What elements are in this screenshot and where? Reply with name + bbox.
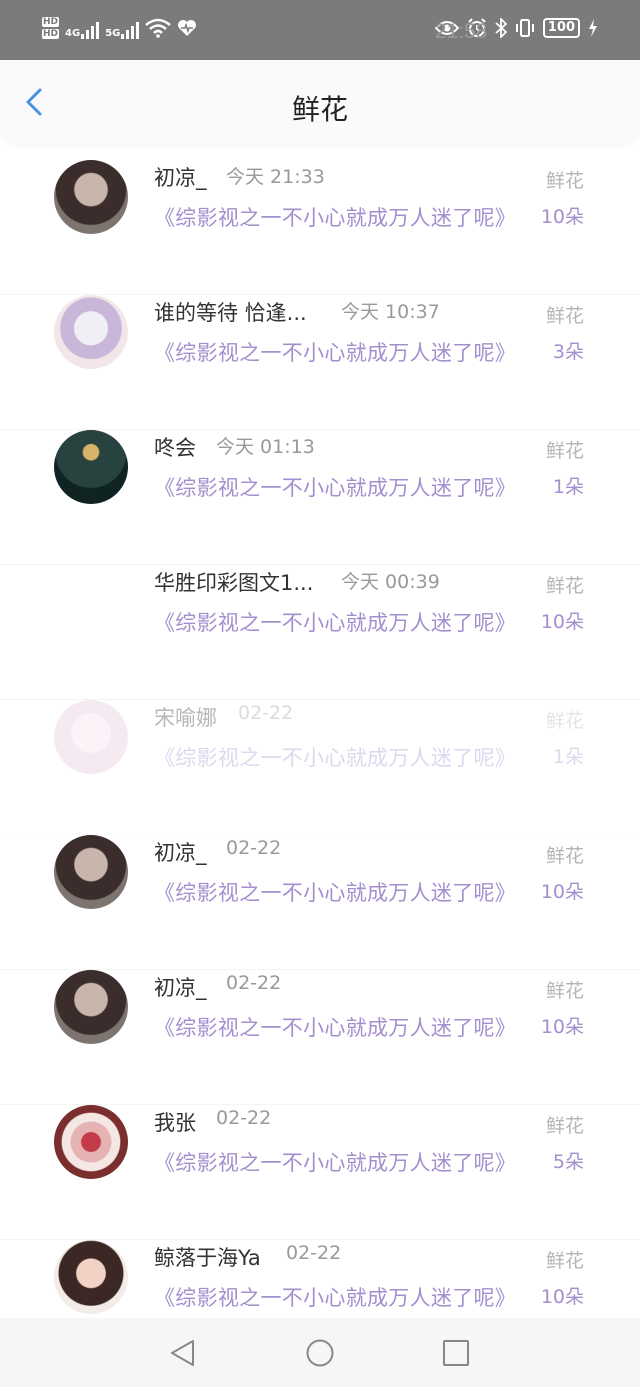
gift-count: 5朵 <box>552 1151 584 1173</box>
nav-back-icon[interactable] <box>168 1338 198 1368</box>
list-item[interactable]: 谁的等待 恰逢... 今天 10:37 《综影视之一不小心就成万人迷了呢》 鲜花… <box>0 295 640 430</box>
nav-recents-icon[interactable] <box>441 1338 471 1368</box>
book-title[interactable]: 《综影视之一不小心就成万人迷了呢》 <box>154 1147 516 1177</box>
list-item[interactable]: 华胜印彩图文1... 今天 00:39 《综影视之一不小心就成万人迷了呢》 鲜花… <box>0 565 640 700</box>
send-time: 今天 01:13 <box>216 436 315 458</box>
sender-name: 初凉_ <box>154 976 207 1000</box>
send-time: 今天 21:33 <box>226 166 325 188</box>
send-time: 今天 00:39 <box>341 571 440 593</box>
send-time: 02-22 <box>216 1107 272 1129</box>
battery-indicator: 100 <box>542 18 580 38</box>
sender-name: 咚会 <box>154 436 196 460</box>
avatar[interactable] <box>54 970 128 1044</box>
sender-name: 华胜印彩图文1... <box>154 571 314 595</box>
gift-count: 1朵 <box>552 746 584 768</box>
list-item[interactable]: 我张 02-22 《综影视之一不小心就成万人迷了呢》 鲜花 5朵 <box>0 1105 640 1240</box>
send-time: 02-22 <box>286 1242 342 1264</box>
avatar[interactable] <box>54 835 128 909</box>
gift-count: 1朵 <box>552 476 584 498</box>
signal-bars-icon <box>81 21 100 39</box>
avatar[interactable] <box>54 565 128 639</box>
signal-4g: 4G <box>65 17 100 39</box>
heart-health-icon <box>178 20 197 36</box>
gift-type: 鲜花 <box>545 170 584 192</box>
gift-type: 鲜花 <box>545 980 584 1002</box>
status-right: 100 21:58 <box>434 18 598 43</box>
book-title[interactable]: 《综影视之一不小心就成万人迷了呢》 <box>154 202 516 232</box>
gift-count: 3朵 <box>552 341 584 363</box>
gift-type: 鲜花 <box>545 305 584 327</box>
system-nav-bar <box>0 1318 640 1387</box>
book-title[interactable]: 《综影视之一不小心就成万人迷了呢》 <box>154 742 516 772</box>
charging-icon <box>589 19 597 37</box>
book-title[interactable]: 《综影视之一不小心就成万人迷了呢》 <box>154 877 516 907</box>
status-left: HD HD 4G 5G <box>42 16 197 40</box>
avatar[interactable] <box>54 430 128 504</box>
sender-name: 初凉_ <box>154 166 207 190</box>
vibrate-icon <box>515 19 534 37</box>
nav-home-icon[interactable] <box>305 1338 335 1368</box>
list-item[interactable]: 宋喻娜 02-22 《综影视之一不小心就成万人迷了呢》 鲜花 1朵 <box>0 700 640 835</box>
gift-count: 10朵 <box>540 881 584 903</box>
list-item[interactable]: 初凉_ 今天 21:33 《综影视之一不小心就成万人迷了呢》 鲜花 10朵 <box>0 160 640 295</box>
list-item[interactable]: 初凉_ 02-22 《综影视之一不小心就成万人迷了呢》 鲜花 10朵 <box>0 970 640 1105</box>
avatar[interactable] <box>54 1240 128 1314</box>
bluetooth-icon <box>495 18 507 38</box>
clock: 21:58 <box>434 20 488 43</box>
avatar[interactable] <box>54 700 128 774</box>
hd-badge-2: HD <box>42 29 60 39</box>
signal-bars-icon <box>121 21 140 39</box>
avatar[interactable] <box>54 295 128 369</box>
sender-name: 宋喻娜 <box>154 706 217 730</box>
flower-gift-list: 初凉_ 今天 21:33 《综影视之一不小心就成万人迷了呢》 鲜花 10朵 谁的… <box>0 160 640 1375</box>
net-label-2: 5G <box>105 28 121 39</box>
gift-type: 鲜花 <box>545 440 584 462</box>
net-label-1: 4G <box>65 28 81 39</box>
hd-badges: HD HD <box>42 16 60 40</box>
book-title[interactable]: 《综影视之一不小心就成万人迷了呢》 <box>154 1282 516 1312</box>
gift-count: 10朵 <box>540 206 584 228</box>
hd-badge-1: HD <box>42 17 60 27</box>
book-title[interactable]: 《综影视之一不小心就成万人迷了呢》 <box>154 1012 516 1042</box>
send-time: 今天 10:37 <box>341 301 440 323</box>
list-item[interactable]: 咚会 今天 01:13 《综影视之一不小心就成万人迷了呢》 鲜花 1朵 <box>0 430 640 565</box>
gift-type: 鲜花 <box>545 845 584 867</box>
gift-type: 鲜花 <box>545 710 584 732</box>
gift-count: 10朵 <box>540 611 584 633</box>
avatar[interactable] <box>54 160 128 234</box>
wifi-icon <box>145 18 172 38</box>
sender-name: 谁的等待 恰逢... <box>154 301 307 325</box>
book-title[interactable]: 《综影视之一不小心就成万人迷了呢》 <box>154 472 516 502</box>
sender-name: 初凉_ <box>154 841 207 865</box>
gift-type: 鲜花 <box>545 575 584 597</box>
book-title[interactable]: 《综影视之一不小心就成万人迷了呢》 <box>154 607 516 637</box>
sender-name: 鲸落于海Ya <box>154 1246 261 1270</box>
avatar[interactable] <box>54 1105 128 1179</box>
sender-name: 我张 <box>154 1111 196 1135</box>
send-time: 02-22 <box>226 837 282 859</box>
gift-type: 鲜花 <box>545 1250 584 1272</box>
list-item[interactable]: 初凉_ 02-22 《综影视之一不小心就成万人迷了呢》 鲜花 10朵 <box>0 835 640 970</box>
status-bar: HD HD 4G 5G 100 21:58 <box>0 0 640 60</box>
gift-type: 鲜花 <box>545 1115 584 1137</box>
send-time: 02-22 <box>238 702 294 724</box>
book-title[interactable]: 《综影视之一不小心就成万人迷了呢》 <box>154 337 516 367</box>
gift-count: 10朵 <box>540 1286 584 1308</box>
header: 鲜花 <box>0 60 640 144</box>
gift-count: 10朵 <box>540 1016 584 1038</box>
send-time: 02-22 <box>226 972 282 994</box>
page-title: 鲜花 <box>291 93 348 126</box>
signal-5g: 5G <box>105 17 140 39</box>
